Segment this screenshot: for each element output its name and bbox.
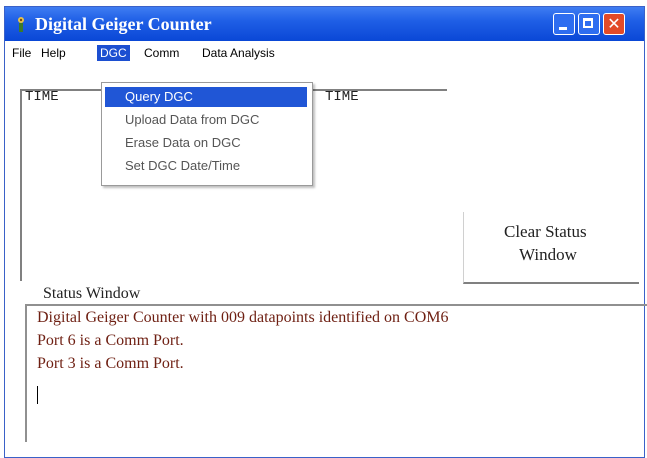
menu-item-erase-data[interactable]: Erase Data on DGC xyxy=(105,133,307,153)
close-icon: ✕ xyxy=(607,14,621,33)
dgc-dropdown-menu: Query DGC Upload Data from DGC Erase Dat… xyxy=(101,82,313,186)
status-window-label: Status Window xyxy=(43,285,141,302)
column-header-time-1: TIME xyxy=(25,89,59,105)
menu-file[interactable]: File xyxy=(9,45,34,61)
app-window: Digital Geiger Counter ✕ File Help DGC C… xyxy=(4,6,647,458)
text-cursor xyxy=(37,386,38,404)
clear-status-label-line2: Window xyxy=(519,245,577,264)
status-line: Digital Geiger Counter with 009 datapoin… xyxy=(37,309,449,326)
menu-bar: File Help DGC Comm Data Analysis xyxy=(5,43,644,63)
menu-item-query-dgc[interactable]: Query DGC xyxy=(105,87,307,107)
status-line: Port 6 is a Comm Port. xyxy=(37,332,184,349)
window-title: Digital Geiger Counter xyxy=(35,14,212,34)
close-button[interactable]: ✕ xyxy=(603,13,625,35)
clear-status-button[interactable]: Clear Status Window xyxy=(463,212,639,284)
column-header-time-2: TIME xyxy=(325,89,359,105)
menu-comm[interactable]: Comm xyxy=(141,45,182,61)
title-bar[interactable]: Digital Geiger Counter ✕ xyxy=(5,7,644,41)
status-line: Port 3 is a Comm Port. xyxy=(37,355,184,372)
menu-help[interactable]: Help xyxy=(38,45,69,61)
menu-item-set-date-time[interactable]: Set DGC Date/Time xyxy=(105,156,307,176)
clear-status-label-line1: Clear Status xyxy=(504,222,587,241)
maximize-button[interactable] xyxy=(578,13,600,35)
menu-data-analysis[interactable]: Data Analysis xyxy=(199,45,278,61)
minimize-button[interactable] xyxy=(553,13,575,35)
menu-dgc[interactable]: DGC xyxy=(97,45,130,61)
menu-item-upload-data[interactable]: Upload Data from DGC xyxy=(105,110,307,130)
radiation-app-icon xyxy=(18,17,24,32)
